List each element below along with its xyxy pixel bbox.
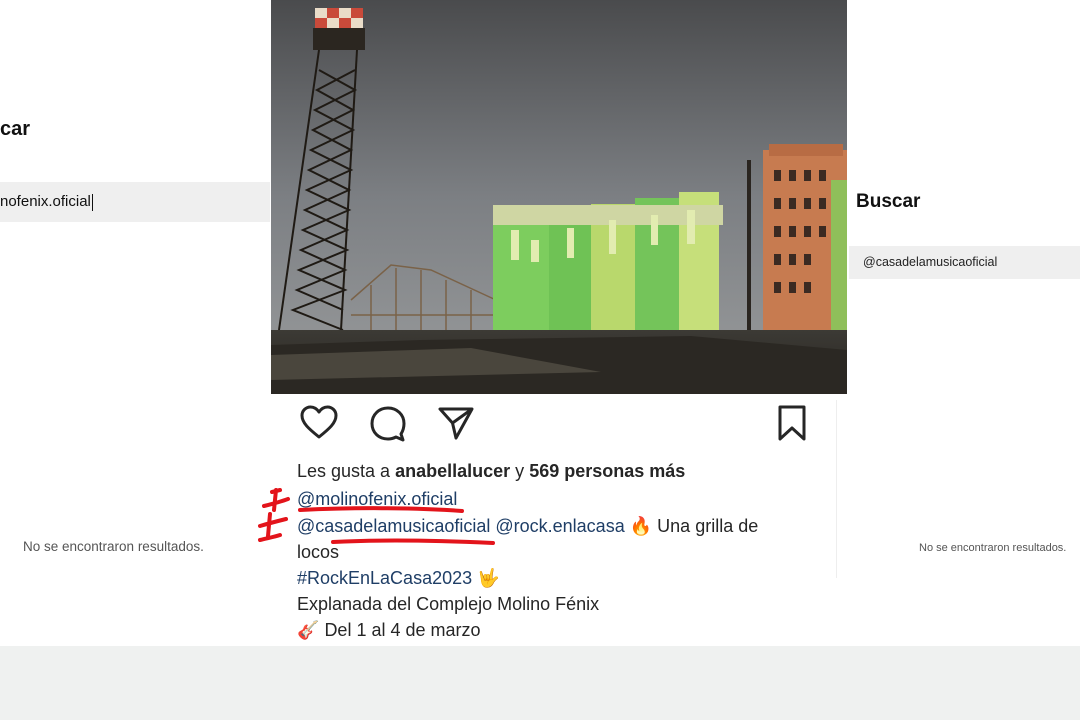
right-no-results: No se encontraron resultados. (919, 542, 1067, 554)
bookmark-icon (778, 405, 806, 441)
left-no-results: No se encontraron resultados. (23, 539, 204, 554)
mention-molinofenix[interactable]: @molinofenix.oficial (297, 489, 457, 509)
right-search-title: Buscar (856, 191, 921, 212)
silos-photo (271, 0, 847, 394)
likes-summary: Les gusta a anabellalucer y 569 personas… (297, 458, 837, 484)
share-icon (438, 407, 474, 440)
share-button[interactable] (436, 403, 476, 443)
text-caret (91, 193, 93, 211)
venue-text: Explanada del Complejo Molino Fénix (297, 594, 600, 614)
caption-line-5: Explanada del Complejo Molino Fénix (297, 591, 837, 617)
caption-line-2: @casadelamusicaoficial @rock.enlacasa 🔥 … (297, 513, 837, 539)
caption-line-6: 🎸 Del 1 al 4 de marzo (297, 617, 837, 643)
save-button[interactable] (772, 403, 812, 443)
left-search-input[interactable]: nofenix.oficial (0, 182, 270, 222)
left-search-title: car (0, 118, 31, 140)
right-search-input[interactable]: @casadelamusicaoficial (849, 246, 1080, 279)
left-search-value: nofenix.oficial (0, 193, 91, 210)
bottom-background (0, 646, 1080, 720)
right-search-value: @casadelamusicaoficial (863, 255, 998, 269)
scribble-mark (258, 488, 290, 542)
caption-text: Una grilla de (657, 516, 759, 536)
guitar-emoji: 🎸 (297, 620, 320, 640)
caption-line-3: locos (297, 539, 837, 565)
likes-count[interactable]: 569 personas más (529, 461, 685, 481)
comment-button[interactable] (368, 403, 408, 443)
likes-prefix: Les gusta a (297, 461, 391, 481)
likes-connector: y (515, 461, 525, 481)
mention-rockenlacasa[interactable]: @rock.enlacasa (495, 516, 624, 536)
caption-text-continued: locos (297, 542, 340, 562)
rock-hand-emoji: 🤟 (477, 568, 500, 588)
heart-icon (300, 405, 338, 439)
like-button[interactable] (299, 403, 339, 443)
liker-username[interactable]: anabellalucer (395, 461, 510, 481)
mention-casadelamusica[interactable]: @casadelamusicaoficial (297, 516, 490, 536)
hashtag-link[interactable]: #RockEnLaCasa2023 (297, 568, 472, 588)
post-image[interactable] (271, 0, 847, 394)
comment-icon (370, 406, 406, 442)
caption-line-4: #RockEnLaCasa2023 🤟 (297, 565, 837, 591)
fire-emoji: 🔥 (629, 516, 653, 536)
dates-text: Del 1 al 4 de marzo (324, 620, 481, 640)
caption-line-1: @molinofenix.oficial (297, 486, 837, 512)
